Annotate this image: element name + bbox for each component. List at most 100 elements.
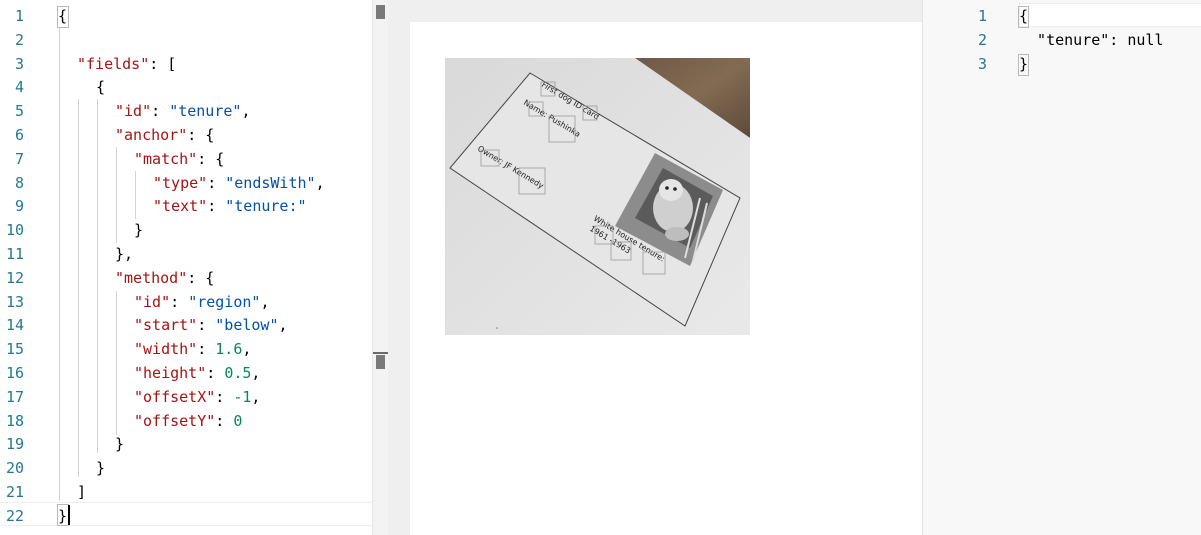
line-number: 17 (5, 387, 24, 406)
code-token: 1.6 (215, 340, 243, 359)
code-token: : (170, 292, 189, 311)
code-line[interactable]: 10} (0, 218, 372, 242)
response-json-editor[interactable]: 1{2 "tenure": null 3} (922, 0, 1201, 535)
indent-guide (97, 99, 98, 453)
code-token: "offsetY" (134, 411, 216, 430)
code-token: , (251, 364, 261, 382)
code-token: 0 (233, 411, 243, 430)
text-cursor (68, 505, 70, 525)
code-line[interactable]: 7 "match": { (0, 147, 372, 171)
current-line-highlight (0, 502, 372, 526)
line-number: 20 (5, 459, 24, 478)
code-token: "height" (134, 364, 207, 382)
code-token: , (278, 316, 288, 335)
line-number: 9 (14, 197, 24, 216)
line-number: 6 (14, 126, 24, 144)
code-line[interactable]: 1{ (923, 4, 1201, 28)
code-line[interactable]: 21] (0, 480, 372, 504)
code-text: "tenure": null (1019, 30, 1164, 49)
code-token: : (207, 173, 226, 192)
code-line[interactable]: 8 "type": "endsWith", (0, 171, 372, 195)
paper-speck (496, 327, 498, 329)
code-text: "height": 0.5, (134, 361, 260, 385)
matching-bracket-highlight (1018, 6, 1029, 28)
code-token: "offsetX" (134, 387, 216, 406)
code-line[interactable]: 9 "text": "tenure:" (0, 194, 372, 218)
code-token: , (315, 173, 325, 192)
code-token: : (215, 411, 234, 430)
indent-guide (78, 99, 79, 477)
line-number: 5 (14, 102, 24, 121)
code-token: : (197, 340, 216, 359)
code-text: "type": "endsWith", (153, 171, 325, 195)
code-token: "match" (134, 149, 198, 168)
code-token: : (206, 364, 225, 382)
code-token: "id" (134, 292, 171, 311)
code-line[interactable]: 4{ (0, 75, 372, 99)
code-line[interactable]: 14 "start": "below", (0, 313, 372, 337)
code-token: : (215, 387, 234, 406)
code-token: "method" (115, 268, 188, 287)
code-line[interactable]: 5 "id": "tenure", (0, 99, 372, 123)
code-line[interactable]: 12 "method": { (0, 266, 372, 290)
code-token: "width" (134, 340, 198, 359)
line-number: 19 (5, 435, 24, 454)
code-text: "id": "tenure", (115, 99, 250, 123)
id-card-photo: First dog ID card Name: Pushinka Owner: … (445, 58, 750, 335)
code-token: { (96, 78, 106, 97)
document-page: First dog ID card Name: Pushinka Owner: … (410, 22, 922, 535)
code-token: } (134, 221, 144, 240)
code-line[interactable]: 2 "tenure": null (923, 28, 1201, 52)
line-number: 3 (977, 54, 987, 73)
code-text: "offsetY": 0 (134, 409, 242, 433)
matching-bracket-highlight (57, 6, 69, 28)
line-number: 4 (14, 78, 24, 97)
code-line[interactable]: 11}, (0, 242, 372, 266)
line-number: 13 (5, 292, 24, 311)
code-token: , (251, 387, 261, 406)
code-text: ] (77, 480, 86, 504)
line-number: 16 (5, 364, 24, 382)
code-text: } (96, 456, 105, 480)
line-number: 8 (14, 173, 24, 192)
code-line[interactable]: 17 "offsetX": -1, (0, 385, 372, 409)
code-token: , (260, 292, 270, 311)
line-number: 15 (5, 340, 24, 359)
document-preview-pane: First dog ID card Name: Pushinka Owner: … (388, 0, 922, 535)
request-json-editor[interactable]: 1{2 3 "fields": [4{5 "id": "tenure", 6 "ancho… (0, 0, 388, 535)
indent-guide (116, 147, 117, 243)
scrollbar-thumb[interactable] (376, 5, 385, 19)
code-line[interactable]: 20} (0, 456, 372, 480)
code-token: -1 (233, 387, 252, 406)
code-token: "id" (115, 102, 152, 121)
vertical-scrollbar[interactable] (372, 0, 389, 535)
code-token: : { (187, 126, 215, 144)
code-line[interactable]: 15 "width": 1.6, (0, 337, 372, 361)
code-text: "start": "below", (134, 313, 288, 337)
line-number: 1 (14, 7, 24, 25)
code-line[interactable]: 3} (923, 52, 1201, 76)
code-text: "anchor": { (115, 123, 214, 147)
code-line[interactable]: 16 "height": 0.5, (0, 361, 372, 385)
code-line[interactable]: 13 "id": "region", (0, 290, 372, 314)
code-text: { (96, 75, 105, 99)
code-text: "match": { (134, 147, 224, 171)
code-token: "region" (188, 292, 261, 311)
line-number: 3 (14, 54, 24, 73)
code-token: 0.5 (224, 364, 252, 382)
code-line[interactable]: 2 (0, 28, 372, 52)
code-line[interactable]: 1{ (0, 4, 372, 28)
code-token: } (115, 435, 125, 454)
line-number: 21 (5, 483, 24, 501)
code-line[interactable]: 18 "offsetY": 0 (0, 409, 372, 433)
line-number: 2 (14, 30, 24, 49)
code-token: : [ (149, 54, 177, 73)
code-token: "endsWith" (225, 173, 316, 192)
code-line[interactable]: 19} (0, 432, 372, 456)
code-line[interactable]: 6 "anchor": { (0, 123, 372, 147)
code-line[interactable]: 3 "fields": [ (0, 52, 372, 76)
code-text: "width": 1.6, (134, 337, 251, 361)
scrollbar-position-marker (376, 355, 385, 369)
code-text: } (134, 218, 143, 242)
code-token: , (242, 340, 252, 359)
